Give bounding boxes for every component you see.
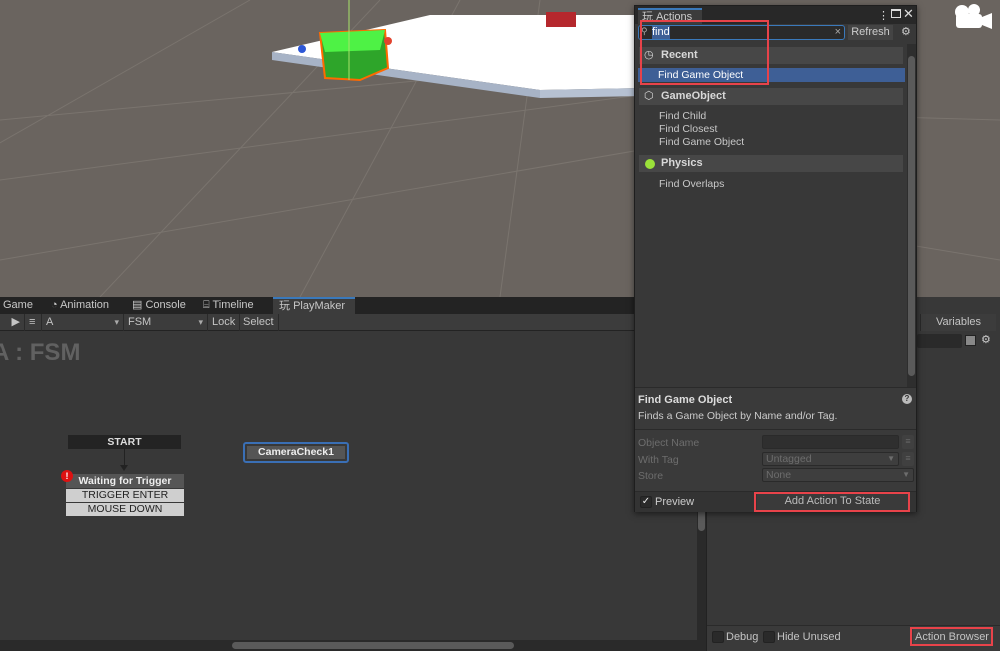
state-name: Waiting for Trigger	[66, 474, 184, 488]
close-icon[interactable]: ✕	[903, 6, 914, 22]
red-cube	[546, 12, 576, 27]
preview-title: Find Game Object	[638, 394, 733, 406]
cube-icon: ⬡	[644, 90, 654, 102]
list-item[interactable]: Find Overlaps	[659, 178, 724, 190]
dropdown-arrow-icon: ▼	[887, 454, 895, 463]
transition-event[interactable]: TRIGGER ENTER	[66, 489, 184, 502]
store-select[interactable]: None ▼	[762, 468, 914, 482]
tab-label: Game	[3, 299, 33, 311]
fsm-graph-canvas[interactable]: A : FSM START Waiting for Trigger TRIGGE…	[0, 331, 697, 640]
clock-icon: ◔	[51, 299, 61, 311]
gear-icon[interactable]: ⚙	[901, 25, 911, 38]
preview-label: Preview	[655, 496, 695, 508]
lock-button[interactable]: Lock	[208, 314, 241, 331]
selected-green-cube	[298, 0, 392, 82]
gameobject-select[interactable]: A	[42, 314, 124, 331]
tab-animation[interactable]: ◔ Animation	[45, 297, 115, 314]
fsm-title: A : FSM	[0, 339, 81, 366]
playmaker-toolbar: ▶ ≡ A FSM Lock Select	[0, 314, 705, 331]
tab-label: Console	[145, 299, 186, 311]
console-icon: ▤	[132, 299, 146, 311]
category-gameobject[interactable]: ⬡ GameObject	[639, 88, 903, 105]
list-item[interactable]: Find Game Object	[659, 136, 744, 148]
debug-checkbox[interactable]	[712, 631, 724, 643]
error-icon: !	[61, 470, 73, 482]
list-item[interactable]: Find Child	[659, 110, 706, 122]
graph-horizontal-scrollbar[interactable]	[0, 640, 706, 651]
tab-variables[interactable]: Variables	[920, 314, 996, 331]
tab-playmaker[interactable]: 玩 PlayMaker	[273, 297, 355, 314]
more-options-icon[interactable]: ⋮	[878, 9, 889, 22]
category-label: Physics	[661, 157, 703, 169]
highlight-box	[754, 492, 910, 512]
playmaker-icon: 玩	[279, 300, 294, 312]
color-swatch[interactable]	[965, 335, 976, 346]
tab-console[interactable]: ▤ Console	[126, 297, 192, 314]
physics-icon	[645, 159, 655, 169]
variable-toggle-icon[interactable]: ≡	[902, 452, 914, 466]
preview-checkbox[interactable]: ✓	[640, 496, 652, 508]
refresh-button[interactable]: Refresh	[848, 25, 893, 40]
highlight-box	[910, 627, 993, 646]
help-icon[interactable]: ?	[902, 394, 912, 404]
state-cameracheck1[interactable]: CameraCheck1	[243, 442, 349, 463]
field-label: Object Name	[638, 437, 700, 449]
camera-gizmo-icon[interactable]	[948, 2, 994, 32]
select-value: A	[46, 316, 54, 328]
object-name-field[interactable]	[762, 435, 899, 449]
tab-label: Timeline	[212, 299, 254, 311]
field-label: Store	[638, 470, 664, 482]
start-node[interactable]: START	[68, 435, 181, 449]
category-physics[interactable]: Physics	[639, 155, 903, 172]
hide-unused-checkbox[interactable]	[763, 631, 775, 643]
gear-icon[interactable]: ⚙	[981, 333, 991, 346]
tab-label: Animation	[60, 299, 110, 311]
maximize-icon[interactable]	[891, 9, 901, 18]
fsm-select[interactable]: FSM	[124, 314, 208, 331]
category-label: GameObject	[661, 90, 726, 102]
divider	[635, 429, 916, 430]
tab-game[interactable]: Game	[0, 297, 39, 314]
transition-event[interactable]: MOUSE DOWN	[66, 503, 184, 516]
state-name: CameraCheck1	[247, 446, 345, 459]
list-item[interactable]: Find Closest	[659, 123, 717, 135]
state-waiting-for-trigger[interactable]: Waiting for Trigger TRIGGER ENTER MOUSE …	[66, 474, 184, 516]
select-button[interactable]: Select	[239, 314, 279, 331]
clear-search-icon[interactable]: ×	[835, 26, 841, 39]
play-button[interactable]: ▶	[0, 314, 25, 331]
variable-toggle-icon[interactable]: ≡	[902, 435, 914, 449]
preview-description: Finds a Game Object by Name and/or Tag.	[638, 410, 838, 422]
list-scrollbar[interactable]	[907, 44, 916, 387]
select-value: None	[766, 469, 792, 481]
menu-icon[interactable]: ≡	[25, 314, 42, 331]
hide-unused-label: Hide Unused	[777, 631, 841, 643]
debug-label: Debug	[726, 631, 759, 643]
with-tag-select[interactable]: Untagged ▼	[762, 452, 899, 466]
highlight-box	[640, 20, 769, 85]
select-value: FSM	[128, 316, 152, 328]
field-label: With Tag	[638, 454, 679, 466]
search-field[interactable]	[917, 334, 962, 348]
tab-label: PlayMaker	[293, 300, 346, 312]
select-value: Untagged	[766, 453, 812, 465]
dropdown-arrow-icon: ▼	[902, 470, 910, 479]
tab-timeline[interactable]: ⌸ Timeline	[197, 297, 260, 314]
